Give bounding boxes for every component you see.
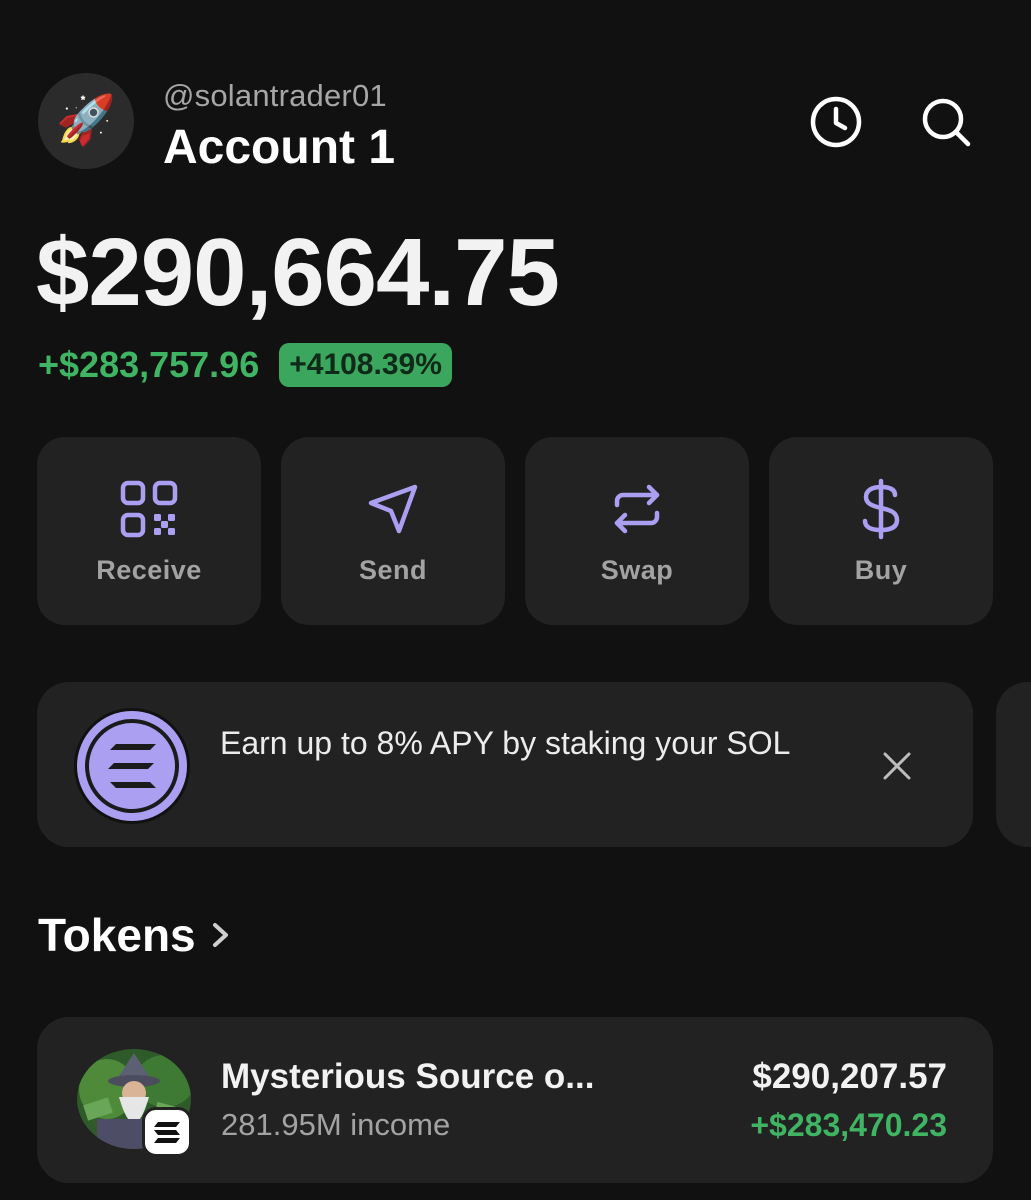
- chevron-right-icon: [212, 923, 228, 947]
- send-icon: [368, 484, 418, 533]
- close-icon: [883, 752, 911, 780]
- swap-icon: [614, 484, 660, 533]
- token-row[interactable]: Mysterious Source o... 281.95M income $2…: [37, 1017, 993, 1183]
- solana-logo: [74, 708, 190, 824]
- account-username: @solantrader01: [163, 78, 387, 113]
- qr-code-icon: [120, 480, 178, 537]
- next-promo-card-peek[interactable]: [996, 682, 1031, 847]
- dollar-icon: [862, 478, 900, 539]
- receive-button[interactable]: Receive: [37, 437, 261, 625]
- token-name: Mysterious Source o...: [221, 1057, 595, 1096]
- promo-close-button[interactable]: [873, 742, 921, 790]
- token-balance: 281.95M income: [221, 1107, 451, 1142]
- wallet-home: 🚀 @solantrader01 Account 1 $290,664.75 +…: [0, 0, 1031, 1200]
- tokens-section-header[interactable]: Tokens: [38, 908, 232, 962]
- account-avatar[interactable]: 🚀: [38, 73, 134, 169]
- buy-label: Buy: [854, 554, 908, 585]
- solana-chain-badge: [142, 1107, 192, 1157]
- history-button[interactable]: [806, 92, 866, 152]
- total-balance: $290,664.75: [36, 219, 560, 326]
- staking-promo-card[interactable]: Earn up to 8% APY by staking your SOL: [37, 682, 973, 847]
- swap-button[interactable]: Swap: [525, 437, 749, 625]
- send-label: Send: [358, 554, 427, 585]
- promo-text: Earn up to 8% APY by staking your SOL: [220, 725, 791, 761]
- balance-change: +$283,757.96 +4108.39%: [38, 343, 452, 387]
- clock-icon: [810, 96, 862, 148]
- action-buttons: Receive Send Swap Buy: [37, 437, 993, 625]
- token-change: +$283,470.23: [750, 1107, 947, 1143]
- send-button[interactable]: Send: [281, 437, 505, 625]
- receive-label: Receive: [96, 554, 202, 585]
- change-percent-badge: +4108.39%: [279, 343, 452, 387]
- account-name[interactable]: Account 1: [163, 120, 395, 175]
- buy-button[interactable]: Buy: [769, 437, 993, 625]
- search-button[interactable]: [916, 92, 976, 152]
- search-icon: [922, 98, 971, 147]
- swap-label: Swap: [600, 554, 674, 585]
- change-amount: +$283,757.96: [38, 344, 260, 385]
- rocket-icon: 🚀: [56, 94, 116, 147]
- solana-logo-icon: [77, 711, 187, 821]
- tokens-title: Tokens: [38, 909, 196, 961]
- token-value: $290,207.57: [752, 1057, 947, 1096]
- solana-icon: [154, 1122, 180, 1143]
